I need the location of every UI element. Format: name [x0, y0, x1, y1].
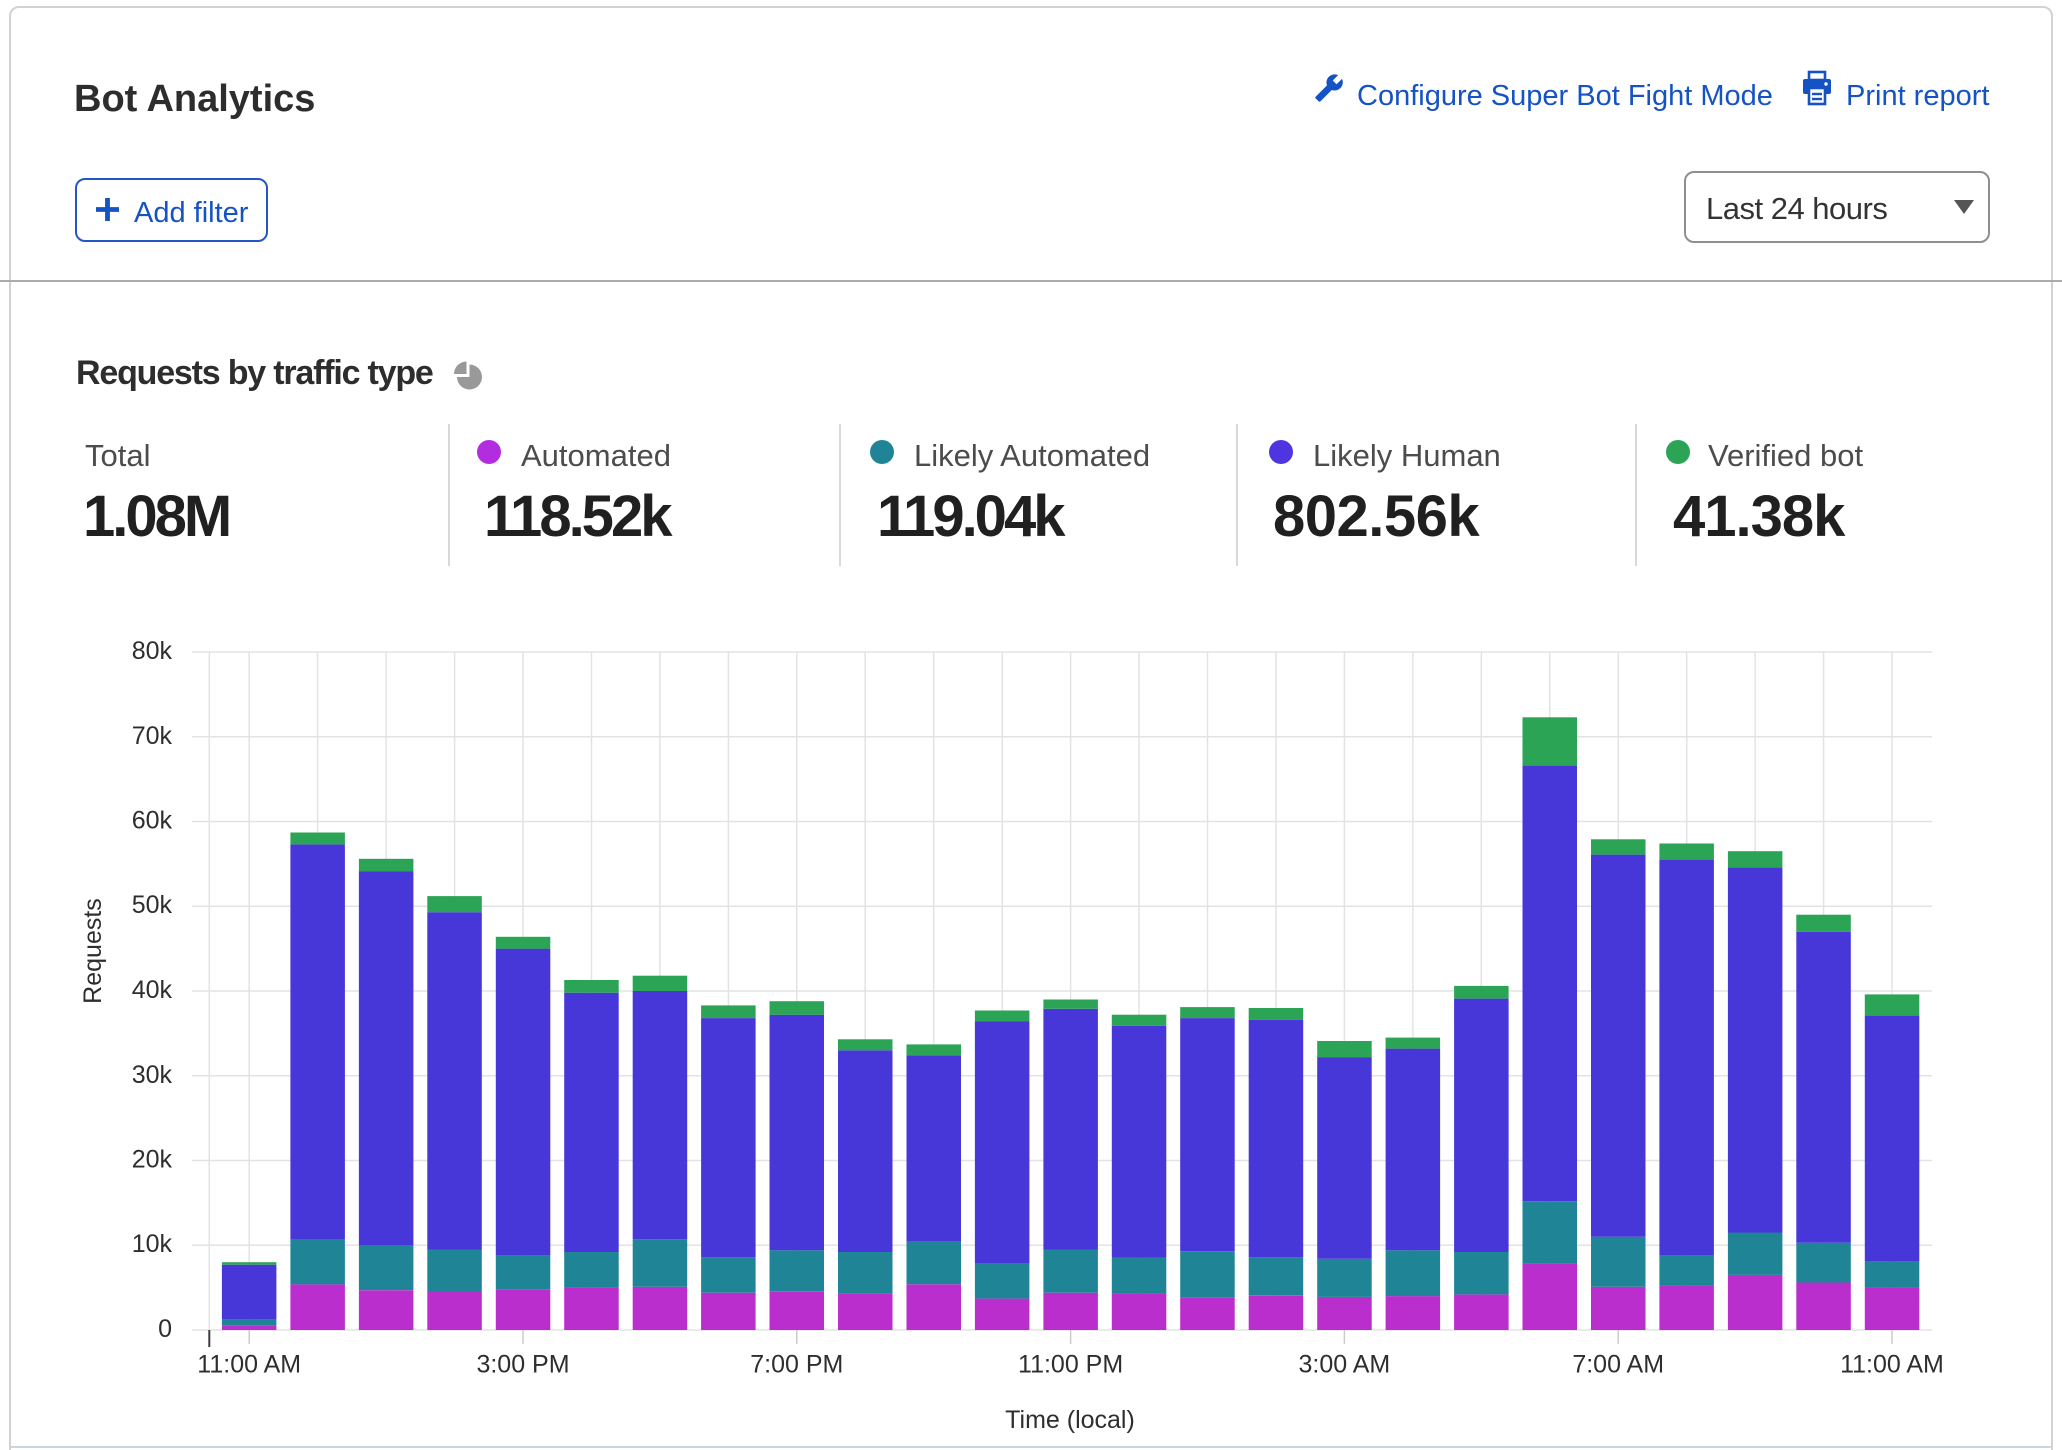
svg-text:11:00 AM: 11:00 AM	[1840, 1351, 1944, 1379]
svg-text:20k: 20k	[132, 1146, 173, 1174]
svg-text:70k: 70k	[132, 722, 173, 750]
svg-text:50k: 50k	[132, 891, 173, 919]
svg-text:11:00 AM: 11:00 AM	[197, 1351, 301, 1379]
svg-text:11:00 PM: 11:00 PM	[1018, 1351, 1123, 1379]
svg-text:3:00 PM: 3:00 PM	[476, 1351, 569, 1379]
svg-text:Requests: Requests	[79, 898, 107, 1004]
svg-text:Time (local): Time (local)	[1005, 1406, 1135, 1434]
svg-text:40k: 40k	[132, 976, 173, 1004]
svg-text:7:00 PM: 7:00 PM	[750, 1351, 843, 1379]
svg-text:3:00 AM: 3:00 AM	[1299, 1351, 1391, 1379]
svg-text:80k: 80k	[132, 637, 173, 665]
svg-text:0: 0	[158, 1315, 172, 1343]
svg-text:60k: 60k	[132, 807, 173, 835]
svg-text:10k: 10k	[132, 1230, 173, 1258]
svg-text:7:00 AM: 7:00 AM	[1572, 1351, 1664, 1379]
svg-text:30k: 30k	[132, 1061, 173, 1089]
